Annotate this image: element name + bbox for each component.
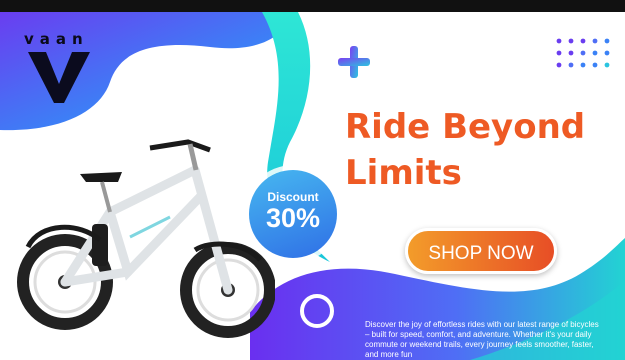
description-text: Discover the joy of effortless rides wit…: [365, 320, 599, 359]
brand-name: vaan: [24, 30, 89, 48]
ring-icon: [300, 294, 334, 328]
logo-v-icon: [28, 52, 90, 103]
promo-banner: vaan Ride Beyond Limits Discount 30% SHO…: [0, 12, 625, 360]
headline-line-1: Ride Beyond: [345, 107, 586, 147]
dot-grid-icon: [556, 38, 610, 68]
shop-now-button[interactable]: SHOP NOW: [405, 228, 557, 274]
brand-logo[interactable]: vaan: [24, 30, 102, 105]
headline: Ride Beyond Limits: [345, 104, 615, 196]
plus-icon: [338, 46, 370, 78]
discount-badge: Discount 30%: [249, 170, 337, 258]
bicycle-image: [17, 139, 275, 338]
discount-label: Discount: [267, 190, 319, 204]
headline-line-2: Limits: [345, 153, 462, 193]
discount-value: 30%: [265, 203, 321, 233]
